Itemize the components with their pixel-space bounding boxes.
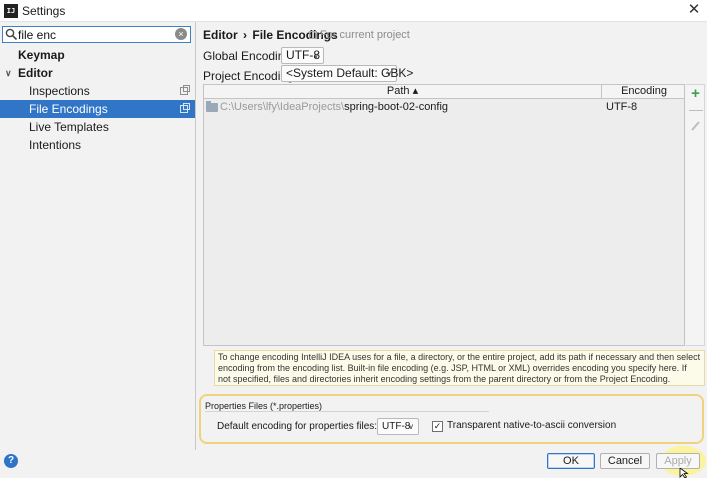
tree-item-live-templates[interactable]: Live Templates — [0, 118, 195, 136]
path-cell: C:\Users\lfy\IdeaProjects\spring-boot-02… — [220, 99, 448, 115]
chevron-down-icon: ∨ — [408, 422, 414, 431]
tree-item-label: Live Templates — [29, 120, 109, 134]
file-encodings-table[interactable]: Path ▴ Encoding C:\Users\lfy\IdeaProject… — [203, 84, 685, 346]
chevron-down-icon: ∨ — [386, 69, 392, 78]
title-bar: IJ Settings ✕ — [0, 0, 707, 22]
clear-search-icon[interactable]: × — [175, 28, 187, 40]
tree-item-file-encodings[interactable]: File Encodings — [0, 100, 195, 118]
apply-button[interactable]: Apply — [656, 453, 700, 469]
folder-icon — [206, 101, 218, 112]
tree-item-editor[interactable]: ∨ Editor — [0, 64, 195, 82]
path-prefix: C:\Users\lfy\IdeaProjects\ — [220, 101, 345, 113]
project-scope-icon — [309, 31, 317, 39]
breadcrumb-separator: › — [243, 28, 248, 42]
remove-icon[interactable]: — — [689, 102, 703, 116]
table-header: Path ▴ Encoding — [204, 85, 684, 99]
properties-encoding-value: UTF-8 — [382, 421, 411, 432]
chevron-down-icon: ∨ — [313, 51, 319, 60]
mouse-cursor-icon — [679, 468, 689, 478]
project-encoding-select[interactable]: <System Default: GBK> ∨ — [281, 65, 413, 82]
properties-encoding-label: Default encoding for properties files: — [217, 421, 378, 432]
add-icon[interactable]: + — [689, 86, 702, 101]
transparent-conversion-label[interactable]: Transparent native-to-ascii conversion — [447, 420, 616, 431]
global-encoding-select[interactable]: UTF-8 ∨ — [281, 47, 324, 64]
tree-item-label: Editor — [18, 66, 53, 80]
properties-files-group: Properties Files (*.properties) Default … — [199, 394, 704, 444]
encoding-column-header[interactable]: Encoding — [602, 85, 686, 98]
search-icon — [5, 28, 18, 41]
encoding-cell[interactable]: UTF-8 — [606, 99, 637, 115]
tree-item-label: File Encodings — [29, 102, 108, 116]
group-divider — [205, 411, 489, 412]
help-icon[interactable]: ? — [4, 454, 18, 468]
encoding-info-note: To change encoding IntelliJ IDEA uses fo… — [214, 350, 705, 386]
properties-encoding-select[interactable]: UTF-8 ∨ — [377, 418, 419, 435]
tree-item-label: Intentions — [29, 138, 82, 152]
tree-item-keymap[interactable]: Keymap — [0, 46, 195, 64]
tree-item-intentions[interactable]: Intentions — [0, 136, 195, 154]
tree-item-inspections[interactable]: Inspections — [0, 82, 195, 100]
tree-item-label: Inspections — [29, 84, 90, 98]
tree-item-label: Keymap — [18, 48, 65, 62]
path-column-header[interactable]: Path ▴ — [204, 85, 602, 98]
search-input[interactable] — [18, 28, 168, 41]
transparent-conversion-checkbox[interactable]: ✓ — [432, 421, 443, 432]
breadcrumb-parent: Editor — [203, 28, 238, 42]
project-scope-icon — [180, 85, 190, 95]
properties-group-title: Properties Files (*.properties) — [205, 401, 323, 411]
table-toolbar: + — — [686, 84, 705, 346]
scope-text: For current project — [320, 29, 410, 41]
pencil-icon[interactable] — [689, 119, 702, 132]
project-scope-icon — [180, 103, 190, 113]
search-box[interactable]: × — [2, 26, 191, 43]
settings-content: Editor › File Encodings For current proj… — [197, 22, 707, 450]
table-row[interactable]: C:\Users\lfy\IdeaProjects\spring-boot-02… — [204, 99, 684, 115]
settings-tree: Keymap ∨ Editor Inspections File Encodin… — [0, 46, 195, 154]
ok-button[interactable]: OK — [547, 453, 595, 469]
project-encoding-value: <System Default: GBK> — [286, 66, 414, 80]
window-title: Settings — [22, 4, 66, 18]
intellij-app-icon: IJ — [4, 4, 18, 18]
close-icon[interactable]: ✕ — [685, 1, 703, 19]
path-name: spring-boot-02-config — [344, 101, 449, 113]
scope-hint: For current project — [309, 29, 410, 41]
settings-sidebar: × Keymap ∨ Editor Inspections File Encod… — [0, 22, 196, 450]
cancel-button[interactable]: Cancel — [600, 453, 650, 469]
chevron-down-icon[interactable]: ∨ — [5, 64, 12, 82]
